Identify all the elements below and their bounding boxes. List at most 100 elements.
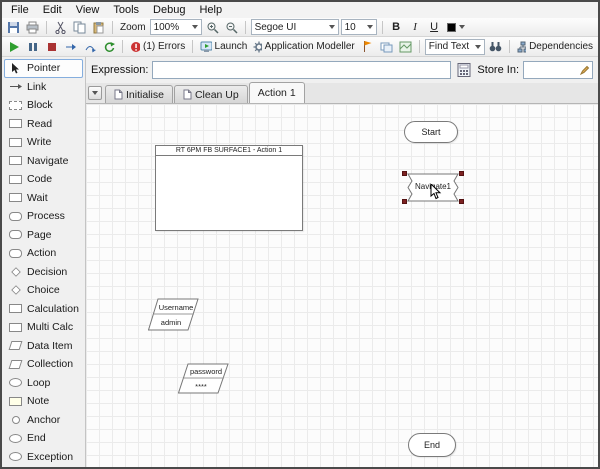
sidebar-item-process[interactable]: Process <box>4 207 83 226</box>
selection-handle[interactable] <box>402 171 407 176</box>
flag-button[interactable] <box>359 39 376 55</box>
sidebar-item-multi-calc[interactable]: Multi Calc <box>4 318 83 337</box>
menu-edit[interactable]: Edit <box>36 3 69 17</box>
find-text-combobox[interactable]: Find Text <box>425 39 485 55</box>
sidebar-item-pointer[interactable]: Pointer <box>4 59 83 78</box>
data-item-password[interactable]: password **** <box>178 363 229 395</box>
calculator-button[interactable] <box>455 62 473 78</box>
selection-handle[interactable] <box>459 171 464 176</box>
snapshot-button[interactable] <box>397 39 414 55</box>
sidebar-item-decision[interactable]: Decision <box>4 263 83 282</box>
read-icon <box>8 119 23 128</box>
selection-handle[interactable] <box>402 199 407 204</box>
bold-button[interactable]: B <box>388 19 405 35</box>
dependencies-button[interactable]: Dependencies <box>515 39 595 55</box>
process-canvas[interactable]: Start RT 6PM FB SURFACE1 - Action 1 Navi… <box>86 104 598 467</box>
tab-label: Initialise <box>126 89 164 101</box>
action-block[interactable]: RT 6PM FB SURFACE1 - Action 1 <box>155 145 303 231</box>
debug-toolbar: (1) Errors Launch Application Modeller F… <box>2 37 598 57</box>
sidebar-item-read[interactable]: Read <box>4 115 83 134</box>
sidebar-item-wait[interactable]: Wait <box>4 189 83 208</box>
tab-action-1[interactable]: Action 1 <box>249 82 305 103</box>
menu-help[interactable]: Help <box>192 3 229 17</box>
reset-button[interactable] <box>100 39 117 55</box>
menu-tools[interactable]: Tools <box>106 3 146 17</box>
sidebar-item-end[interactable]: End <box>4 429 83 448</box>
menu-file[interactable]: File <box>4 3 36 17</box>
store-in-field <box>523 61 593 79</box>
step-in-button[interactable] <box>62 39 79 55</box>
chevron-down-icon <box>192 25 198 29</box>
sidebar-item-link[interactable]: Link <box>4 78 83 97</box>
find-button[interactable] <box>487 39 504 55</box>
sidebar-item-note[interactable]: Note <box>4 392 83 411</box>
zoom-combobox[interactable]: 100% <box>150 19 202 35</box>
save-button[interactable] <box>5 19 22 35</box>
font-family-combobox[interactable]: Segoe UI <box>251 19 339 35</box>
action-block-title: RT 6PM FB SURFACE1 - Action 1 <box>156 146 302 156</box>
page-selector-button[interactable] <box>88 86 102 100</box>
copy-button[interactable] <box>71 19 88 35</box>
code-icon <box>8 175 23 184</box>
application-modeller-button[interactable]: Application Modeller <box>251 39 356 55</box>
play-button[interactable] <box>5 39 22 55</box>
data-item-value: admin <box>161 318 181 327</box>
collection-icon <box>8 360 23 369</box>
paste-button[interactable] <box>90 19 107 35</box>
store-in-input[interactable] <box>524 65 580 76</box>
sidebar-item-collection[interactable]: Collection <box>4 355 83 374</box>
sidebar-item-anchor[interactable]: Anchor <box>4 411 83 430</box>
link-icon <box>8 82 23 91</box>
print-button[interactable] <box>24 19 41 35</box>
step-over-button[interactable] <box>81 39 98 55</box>
page-icon <box>183 89 192 100</box>
zoom-out-button[interactable] <box>223 19 240 35</box>
cut-button[interactable] <box>52 19 69 35</box>
application-modeller-label: Application Modeller <box>265 41 355 52</box>
save-icon <box>7 21 20 34</box>
store-in-label: Store In: <box>477 64 519 76</box>
mouse-cursor-icon <box>430 184 442 200</box>
sidebar-item-label: Note <box>27 395 49 407</box>
sidebar-item-data-item[interactable]: Data Item <box>4 337 83 356</box>
zoom-out-icon <box>225 21 238 34</box>
sidebar-item-navigate[interactable]: Navigate <box>4 152 83 171</box>
font-color-button[interactable] <box>445 19 467 35</box>
selection-handle[interactable] <box>459 199 464 204</box>
paste-icon <box>92 21 105 34</box>
sidebar-item-write[interactable]: Write <box>4 133 83 152</box>
data-item-username[interactable]: Username admin <box>148 298 199 332</box>
errors-button[interactable]: (1) Errors <box>128 39 187 55</box>
pause-button[interactable] <box>24 39 41 55</box>
expression-input[interactable] <box>152 61 451 79</box>
menu-view[interactable]: View <box>69 3 107 17</box>
binoculars-icon <box>489 41 502 52</box>
sidebar-item-label: Read <box>27 118 52 130</box>
sidebar-item-action[interactable]: Action <box>4 244 83 263</box>
chevron-down-icon <box>92 91 98 95</box>
end-stage[interactable]: End <box>408 433 456 457</box>
stop-button[interactable] <box>43 39 60 55</box>
dependencies-label: Dependencies <box>529 41 593 52</box>
sidebar-item-code[interactable]: Code <box>4 170 83 189</box>
end-stage-label: End <box>424 440 440 450</box>
sidebar-item-block[interactable]: Block <box>4 96 83 115</box>
sidebar-item-choice[interactable]: Choice <box>4 281 83 300</box>
exception-icon <box>8 452 23 461</box>
block-icon <box>8 101 23 110</box>
sidebar-item-loop[interactable]: Loop <box>4 374 83 393</box>
sidebar-item-calculation[interactable]: Calculation <box>4 300 83 319</box>
underline-button[interactable]: U <box>426 19 443 35</box>
italic-button[interactable]: I <box>407 19 424 35</box>
font-size-combobox[interactable]: 10 <box>341 19 377 35</box>
menu-debug[interactable]: Debug <box>146 3 192 17</box>
start-stage[interactable]: Start <box>404 121 458 143</box>
tab-clean-up[interactable]: Clean Up <box>174 85 248 103</box>
sidebar-item-exception[interactable]: Exception <box>4 448 83 467</box>
tab-initialise[interactable]: Initialise <box>105 85 173 103</box>
zoom-in-button[interactable] <box>204 19 221 35</box>
launch-button[interactable]: Launch <box>198 39 249 55</box>
cascade-windows-button[interactable] <box>378 39 395 55</box>
sidebar-item-page[interactable]: Page <box>4 226 83 245</box>
pause-icon <box>27 41 39 53</box>
